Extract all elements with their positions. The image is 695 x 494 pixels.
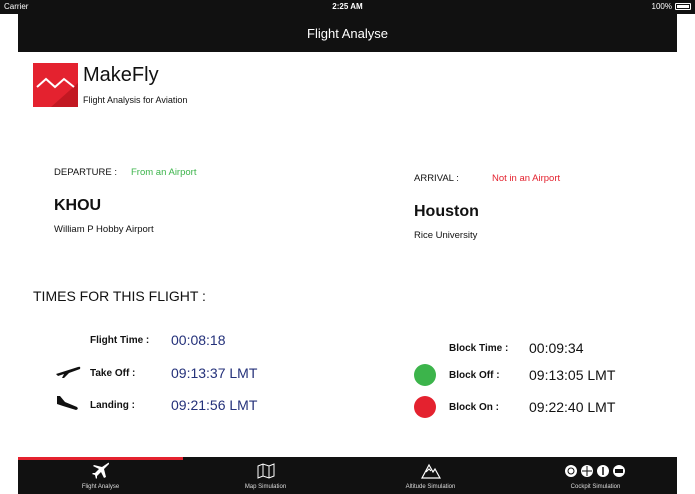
- app-tagline: Flight Analysis for Aviation: [83, 95, 188, 105]
- take-off-value: 09:13:37 LMT: [171, 365, 258, 381]
- block-time-value: 00:09:34: [529, 340, 584, 356]
- tab-altitude-simulation[interactable]: Altitude Simulation: [348, 457, 513, 494]
- status-bar: Carrier 2:25 AM 100%: [0, 0, 695, 14]
- nav-title: Flight Analyse: [307, 25, 388, 41]
- map-icon: [183, 462, 348, 480]
- airplane-icon: [18, 462, 183, 480]
- tab-label: Map Simulation: [244, 484, 287, 490]
- tab-cockpit-simulation[interactable]: Cockpit Simulation: [513, 457, 678, 494]
- arrival-code: Houston: [414, 203, 479, 220]
- battery-indicator: 100%: [652, 2, 691, 11]
- block-on-value: 09:22:40 LMT: [529, 399, 616, 415]
- landing-icon: [55, 395, 79, 418]
- tab-map-simulation[interactable]: Map Simulation: [183, 457, 348, 494]
- landing-value: 09:21:56 LMT: [171, 397, 258, 413]
- arrival-status: Not in an Airport: [492, 173, 561, 184]
- tab-label: Cockpit Simulation: [570, 484, 621, 490]
- tab-bar: Flight Analyse Map Simulation Altitude S…: [18, 457, 677, 494]
- tab-label: Flight Analyse: [81, 484, 120, 490]
- nav-bar: Flight Analyse: [18, 14, 677, 52]
- departure-label: DEPARTURE :: [54, 167, 117, 178]
- mountain-icon: [348, 462, 513, 480]
- take-off-label: Take Off :: [90, 368, 136, 379]
- block-on-indicator: [414, 396, 436, 418]
- takeoff-icon: [55, 365, 81, 384]
- app-name: MakeFly: [83, 64, 159, 86]
- arrival-name: Rice University: [414, 230, 478, 241]
- battery-icon: [675, 3, 691, 10]
- block-on-label: Block On :: [449, 402, 500, 413]
- block-off-value: 09:13:05 LMT: [529, 367, 616, 383]
- landing-label: Landing :: [90, 400, 135, 411]
- departure-status: From an Airport: [131, 167, 197, 178]
- flight-time-value: 00:08:18: [171, 332, 226, 348]
- block-off-indicator: [414, 364, 436, 386]
- departure-name: William P Hobby Airport: [54, 224, 154, 235]
- tab-flight-analyse[interactable]: Flight Analyse: [18, 457, 183, 494]
- block-off-label: Block Off :: [449, 370, 500, 381]
- departure-code: KHOU: [54, 197, 102, 214]
- arrival-label: ARRIVAL :: [414, 173, 459, 184]
- gauges-icon: [513, 462, 678, 480]
- flight-time-label: Flight Time :: [90, 335, 150, 346]
- status-time: 2:25 AM: [332, 2, 363, 11]
- battery-percent: 100%: [651, 2, 672, 11]
- times-title: TIMES FOR THIS FLIGHT :: [33, 288, 206, 304]
- block-time-label: Block Time :: [449, 343, 509, 354]
- makefly-logo-icon: [33, 63, 78, 107]
- tab-label: Altitude Simulation: [405, 484, 456, 490]
